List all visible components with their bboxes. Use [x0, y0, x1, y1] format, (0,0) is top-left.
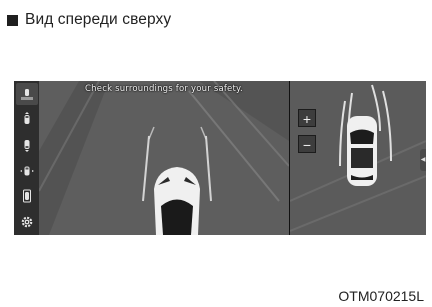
heading-text: Вид спереди сверху	[25, 11, 172, 28]
view-sidebar	[14, 81, 39, 235]
rear-side-view-icon[interactable]	[16, 185, 38, 207]
side-view-icon[interactable]	[16, 160, 38, 182]
top-front-view-icon[interactable]	[15, 82, 38, 105]
camera-display: Check surroundings for your safety. + − …	[14, 81, 426, 235]
safety-caption: Check surroundings for your safety.	[85, 84, 243, 94]
zoom-in-button[interactable]: +	[298, 109, 316, 127]
settings-gear-icon[interactable]	[16, 211, 38, 233]
rear-view-icon[interactable]	[16, 134, 38, 156]
expand-panel-icon[interactable]: ◀	[420, 149, 426, 171]
zoom-out-button[interactable]: −	[298, 135, 316, 153]
front-camera-view: Check surroundings for your safety.	[39, 81, 289, 235]
heading-bullet	[7, 14, 18, 26]
top-view: + − ◀	[290, 81, 426, 235]
figure-code: OTM070215L	[338, 288, 424, 304]
front-view-icon[interactable]	[16, 108, 38, 130]
section-heading: Вид спереди сверху	[7, 10, 171, 30]
